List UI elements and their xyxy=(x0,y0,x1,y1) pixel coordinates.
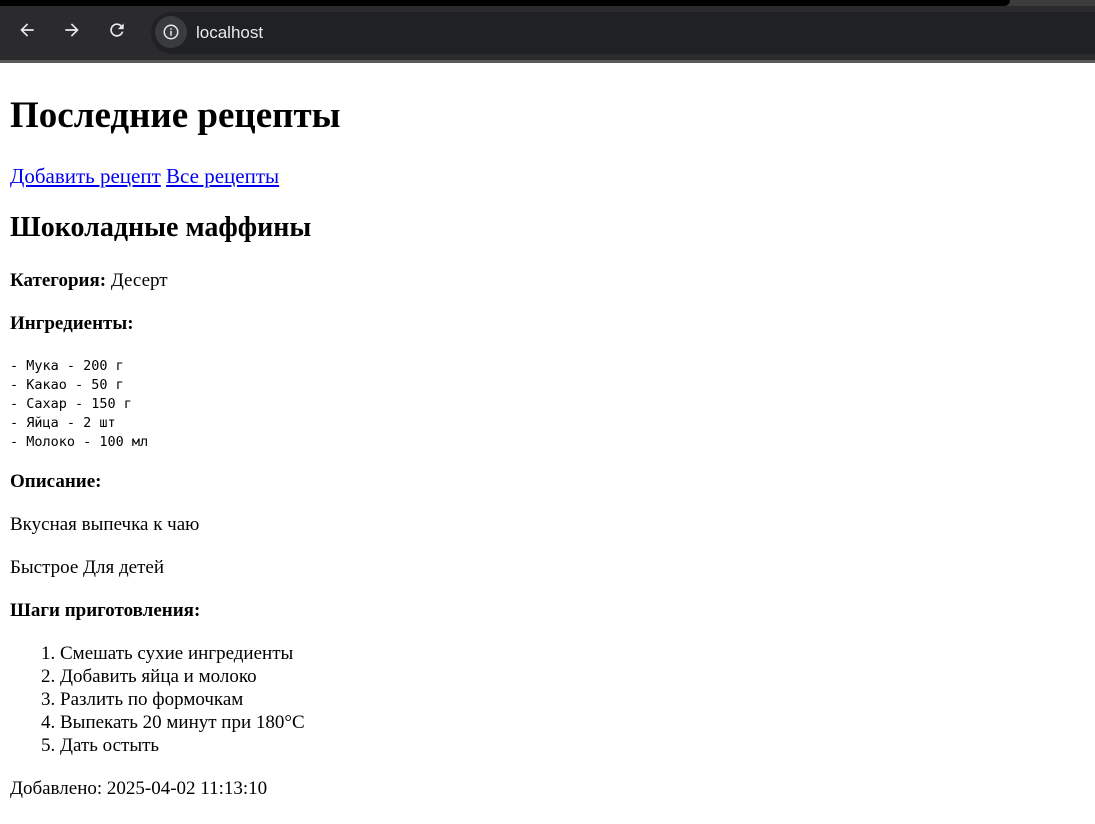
ingredient-line: - Мука - 200 г xyxy=(10,358,124,374)
toolbar-divider xyxy=(0,60,1095,63)
description-label: Описание: xyxy=(10,471,102,492)
back-button[interactable] xyxy=(16,19,38,41)
reload-button[interactable] xyxy=(106,19,128,41)
ingredients-label: Ингредиенты: xyxy=(10,313,134,334)
browser-chrome: localhost xyxy=(0,0,1095,63)
recipe-description: Вкусная выпечка к чаю xyxy=(10,514,200,535)
step-item: Дать остыть xyxy=(60,734,305,757)
reload-icon xyxy=(110,23,124,37)
ingredient-line: - Сахар - 150 г xyxy=(10,396,132,412)
all-recipes-link[interactable]: Все рецепты xyxy=(166,164,279,188)
recipe-tags: Быстрое Для детей xyxy=(10,557,164,578)
url-text[interactable]: localhost xyxy=(196,22,263,44)
recipe-title: Шоколадные маффины xyxy=(10,212,312,243)
arrow-right-icon xyxy=(65,23,79,37)
category-label: Категория: xyxy=(10,270,107,291)
description-heading: Описание: xyxy=(10,471,102,493)
ingredient-line: - Какао - 50 г xyxy=(10,377,124,393)
step-item: Выпекать 20 минут при 180°C xyxy=(60,711,305,734)
steps-list: Смешать сухие ингредиенты Добавить яйца … xyxy=(10,642,305,757)
info-icon xyxy=(163,24,179,40)
ingredient-line: - Молоко - 100 мл xyxy=(10,434,149,450)
category-value: Десерт xyxy=(110,270,168,291)
step-item: Добавить яйца и молоко xyxy=(60,665,305,688)
added-timestamp: Добавлено: 2025-04-02 11:13:10 xyxy=(10,778,268,799)
ingredients-heading: Ингредиенты: xyxy=(10,313,134,335)
recipe-category: Категория: Десерт xyxy=(10,270,168,292)
arrow-left-icon xyxy=(20,23,34,37)
steps-label: Шаги приготовления: xyxy=(10,600,201,621)
add-recipe-link[interactable]: Добавить рецепт xyxy=(10,164,161,188)
step-item: Смешать сухие ингредиенты xyxy=(60,642,305,665)
steps-heading: Шаги приготовления: xyxy=(10,600,200,622)
forward-button[interactable] xyxy=(61,19,83,41)
nav-links: Добавить рецепт Все рецепты xyxy=(10,164,279,189)
page-title: Последние рецепты xyxy=(10,95,341,136)
ingredient-line: - Яйца - 2 шт xyxy=(10,415,116,431)
site-info-button[interactable] xyxy=(155,16,187,48)
ingredients-list: - Мука - 200 г - Какао - 50 г - Сахар - … xyxy=(10,357,148,452)
step-item: Разлить по формочкам xyxy=(60,688,305,711)
address-bar[interactable] xyxy=(151,12,1095,54)
